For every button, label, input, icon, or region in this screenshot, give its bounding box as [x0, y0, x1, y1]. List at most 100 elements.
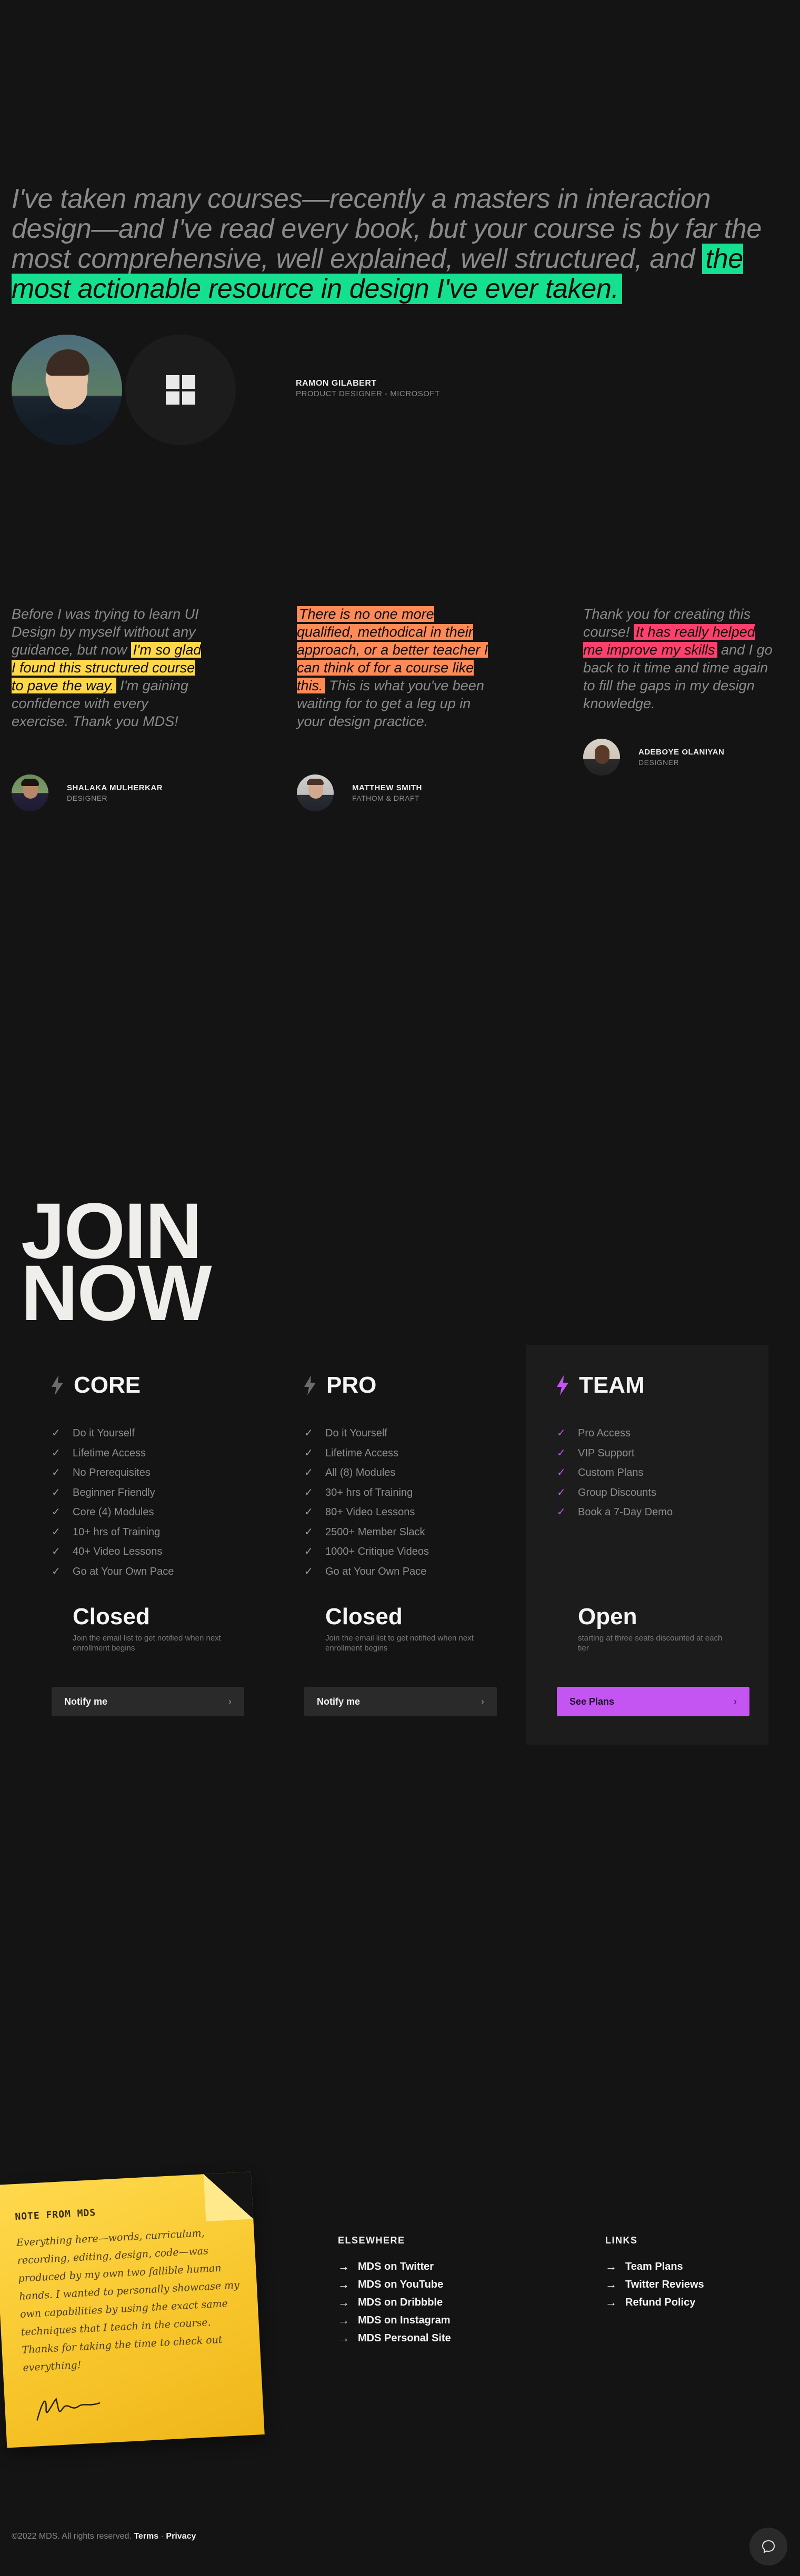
- list-item: ✓ Custom Plans: [557, 1463, 673, 1483]
- enrollment-status: Closed: [73, 1604, 150, 1629]
- arrow-right-icon: ›: [481, 1696, 484, 1707]
- check-icon: ✓: [52, 1486, 61, 1498]
- testimonial-quote: There is no one more qualified, methodic…: [297, 606, 488, 729]
- footer-heading: ELSEWHERE: [338, 2235, 405, 2246]
- bolt-icon: [52, 1375, 63, 1395]
- list-item: ✓ Group Discounts: [557, 1483, 673, 1503]
- arrow-right-icon: →: [338, 2296, 349, 2309]
- testimonial-quote: Before I was trying to learn UI Design b…: [12, 606, 202, 729]
- bolt-icon: [557, 1375, 568, 1395]
- check-icon: ✓: [52, 1565, 61, 1577]
- enrollment-note: starting at three seats discounted at ea…: [578, 1634, 723, 1653]
- note-card: NOTE FROM MDS Everything here—words, cur…: [0, 2171, 265, 2448]
- check-icon: ✓: [557, 1506, 566, 1518]
- check-icon: ✓: [304, 1546, 313, 1557]
- author-role: DESIGNER: [638, 758, 679, 767]
- notify-me-button[interactable]: Notify me ›: [52, 1687, 244, 1716]
- copyright: ©2022 MDS. All rights reserved. Terms · …: [12, 2532, 196, 2541]
- check-icon: ✓: [52, 1546, 61, 1557]
- arrow-right-icon: →: [605, 2296, 617, 2309]
- check-icon: ✓: [52, 1526, 61, 1538]
- list-item: ✓ VIP Support: [557, 1444, 673, 1464]
- note-body: Everything here—words, curriculum, recor…: [16, 2227, 240, 2374]
- arrow-right-icon: ›: [734, 1696, 737, 1707]
- author-name: MATTHEW SMITH: [352, 783, 422, 792]
- check-icon: ✓: [304, 1486, 313, 1498]
- link-team-plans[interactable]: → Team Plans: [605, 2258, 704, 2276]
- list-item: ✓ Core (4) Modules: [52, 1503, 174, 1523]
- list-item: ✓ 80+ Video Lessons: [304, 1503, 429, 1523]
- link-youtube[interactable]: → MDS on YouTube: [338, 2276, 451, 2293]
- footer-heading: LINKS: [605, 2235, 638, 2246]
- arrow-right-icon: →: [605, 2260, 617, 2273]
- windows-icon: [166, 375, 195, 405]
- link-instagram[interactable]: → MDS on Instagram: [338, 2311, 451, 2329]
- notify-me-button[interactable]: Notify me ›: [304, 1687, 497, 1716]
- chat-bubble-icon: [762, 2540, 775, 2553]
- arrow-right-icon: →: [338, 2260, 349, 2273]
- check-icon: ✓: [304, 1427, 313, 1439]
- see-plans-button[interactable]: See Plans ›: [557, 1687, 749, 1716]
- check-icon: ✓: [557, 1427, 566, 1439]
- list-item: ✓ 30+ hrs of Training: [304, 1483, 429, 1503]
- check-icon: ✓: [557, 1447, 566, 1459]
- enrollment-status: Closed: [325, 1604, 403, 1629]
- terms-link[interactable]: Terms: [134, 2532, 158, 2541]
- check-icon: ✓: [304, 1506, 313, 1518]
- join-now-heading: JOIN NOW: [21, 1186, 212, 1337]
- link-personal-site[interactable]: → MDS Personal Site: [338, 2329, 451, 2347]
- list-item: ✓ Book a 7-Day Demo: [557, 1503, 673, 1523]
- author-name: ADEBOYE OLANIYAN: [638, 748, 725, 757]
- signature: [36, 2397, 101, 2421]
- link-dribbble[interactable]: → MDS on Dribbble: [338, 2293, 451, 2311]
- bolt-icon: [304, 1375, 316, 1395]
- hero-quote-text: I've taken many courses—recently a maste…: [12, 184, 762, 274]
- avatar: [583, 739, 620, 776]
- testimonial-author: ADEBOYE OLANIYAN DESIGNER: [583, 739, 724, 776]
- list-item: ✓ Pro Access: [557, 1424, 673, 1444]
- check-icon: ✓: [52, 1506, 61, 1518]
- link-refund-policy[interactable]: → Refund Policy: [605, 2293, 704, 2311]
- hero-quote: I've taken many courses—recently a maste…: [12, 184, 791, 304]
- check-icon: ✓: [557, 1486, 566, 1498]
- check-icon: ✓: [304, 1565, 313, 1577]
- list-item: ✓ Do it Yourself: [52, 1424, 174, 1444]
- list-item: ✓ No Prerequisites: [52, 1463, 174, 1483]
- feature-list: ✓ Do it Yourself ✓ Lifetime Access ✓ No Pre…: [52, 1424, 174, 1582]
- check-icon: ✓: [304, 1467, 313, 1478]
- list-item: ✓ Lifetime Access: [304, 1444, 429, 1464]
- enrollment-status: Open: [578, 1604, 637, 1629]
- check-icon: ✓: [52, 1427, 61, 1439]
- arrow-right-icon: →: [338, 2331, 349, 2344]
- footer-links: LINKS → Team Plans → Twitter Reviews → Refu…: [605, 2235, 704, 2311]
- testimonial-quote: Thank you for creating this course! It h…: [583, 606, 773, 711]
- avatar: [12, 774, 48, 811]
- check-icon: ✓: [52, 1467, 61, 1478]
- plan-card-team: TEAM ✓ Pro Access ✓ VIP Support ✓ Custom Pl…: [526, 1345, 768, 1745]
- list-item: ✓ Beginner Friendly: [52, 1483, 174, 1503]
- arrow-right-icon: ›: [228, 1696, 232, 1707]
- list-item: ✓ 40+ Video Lessons: [52, 1542, 174, 1562]
- list-item: ✓ All (8) Modules: [304, 1463, 429, 1483]
- author-role: DESIGNER: [67, 794, 108, 802]
- arrow-right-icon: →: [605, 2278, 617, 2291]
- enrollment-note: Join the email list to get notified when…: [325, 1634, 474, 1653]
- hero-author-name: RAMON GILABERT: [296, 379, 377, 388]
- plan-name: PRO: [326, 1372, 377, 1398]
- author-role: FATHOM & DRAFT: [352, 794, 420, 802]
- check-icon: ✓: [557, 1467, 566, 1478]
- testimonial-card: There is no one more qualified, methodic…: [297, 605, 492, 730]
- link-twitter[interactable]: → MDS on Twitter: [338, 2258, 451, 2276]
- chat-button[interactable]: [749, 2528, 787, 2565]
- check-icon: ✓: [304, 1447, 313, 1459]
- list-item: ✓ Go at Your Own Pace: [304, 1562, 429, 1582]
- list-item: ✓ 2500+ Member Slack: [304, 1523, 429, 1543]
- list-item: ✓ Go at Your Own Pace: [52, 1562, 174, 1582]
- privacy-link[interactable]: Privacy: [166, 2532, 196, 2541]
- plan-name: CORE: [74, 1372, 141, 1398]
- list-item: ✓ 10+ hrs of Training: [52, 1523, 174, 1543]
- link-twitter-reviews[interactable]: → Twitter Reviews: [605, 2276, 704, 2293]
- plan-card-pro: PRO ✓ Do it Yourself ✓ Lifetime Access ✓ Al…: [274, 1345, 516, 1745]
- list-item: ✓ Do it Yourself: [304, 1424, 429, 1444]
- arrow-right-icon: →: [338, 2278, 349, 2291]
